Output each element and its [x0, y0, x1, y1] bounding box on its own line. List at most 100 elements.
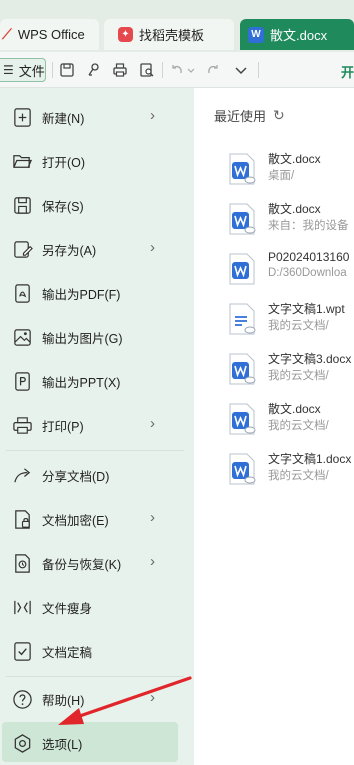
recent-file-path: 来自：我的设备 — [268, 220, 349, 232]
menu-item-label: 选项(L) — [42, 738, 83, 752]
menu-item-encrypt[interactable]: 文档加密(E) › — [0, 498, 186, 538]
menu-item-export-pdf[interactable]: 输出为PDF(F) — [0, 272, 186, 312]
menu-divider — [6, 676, 184, 677]
recent-file-path: 我的云文档/ — [268, 470, 329, 482]
menu-item-label: 打开(O) — [42, 156, 86, 170]
menu-item-label: 备份与恢复(K) — [42, 558, 122, 572]
toolbar-divider — [258, 62, 259, 78]
menu-item-slim[interactable]: 文件瘦身 — [0, 586, 186, 626]
recent-file-name: 散文.docx — [268, 202, 321, 216]
menu-item-new[interactable]: 新建(N) › — [0, 96, 186, 136]
toolbar-divider — [52, 62, 53, 78]
menu-item-label: 打印(P) — [42, 420, 84, 434]
file-menu-button[interactable]: ☰ 文件 — [0, 58, 46, 82]
tab-label: 散文.docx — [270, 28, 328, 43]
menu-item-label: 另存为(A) — [42, 244, 97, 258]
menu-item-share[interactable]: 分享文档(D) — [0, 454, 186, 494]
recent-file-item[interactable]: 散文.docx 桌面/ — [226, 150, 354, 194]
chevron-right-icon: › — [150, 107, 155, 124]
recent-file-path: 桌面/ — [268, 170, 295, 182]
docx-icon — [229, 253, 255, 285]
wpt-template-cloud-icon — [229, 303, 256, 335]
export-ppt-icon — [11, 370, 33, 392]
menu-item-finalize[interactable]: 文档定稿 — [0, 630, 186, 670]
menu-item-label: 输出为PDF(F) — [42, 288, 121, 302]
chevron-right-icon: › — [150, 239, 155, 256]
finalize-icon — [11, 640, 33, 662]
recent-file-item[interactable]: 散文.docx 我的云文档/ — [226, 400, 354, 444]
menu-item-save-as[interactable]: 另存为(A) › — [0, 228, 186, 268]
tab-docer-templates[interactable]: ✦ 找稻壳模板 — [104, 19, 234, 50]
recent-title: 最近使用 — [214, 109, 267, 124]
recent-file-name: 散文.docx — [268, 152, 321, 166]
recent-file-name: 文字文稿1.wpt — [268, 302, 345, 316]
menu-item-export-ppt[interactable]: 输出为PPT(X) — [0, 360, 186, 400]
menu-item-options[interactable]: 选项(L) — [2, 722, 178, 762]
docer-logo-icon: ✦ — [118, 27, 133, 42]
recent-file-path: 我的云文档/ — [268, 370, 329, 382]
recent-file-item[interactable]: 文字文稿1.wpt 我的云文档/ — [226, 300, 354, 344]
docx-cloud-icon — [229, 153, 256, 185]
save-icon[interactable] — [58, 61, 76, 79]
encrypt-icon — [11, 508, 33, 530]
menu-item-label: 文档定稿 — [42, 646, 93, 660]
print-icon — [11, 414, 33, 436]
recent-file-item[interactable]: P02024013160 D:/360Downloa — [226, 250, 354, 294]
tab-wps-office[interactable]: ⟋ WPS Office — [0, 19, 99, 50]
menu-item-label: 新建(N) — [42, 112, 85, 126]
save-icon — [11, 194, 33, 216]
recent-file-item[interactable]: 散文.docx 来自：我的设备 — [226, 200, 354, 244]
menu-item-print[interactable]: 打印(P) › — [0, 404, 186, 444]
title-tab-bar: ⟋ WPS Office ✦ 找稻壳模板 W 散文.docx — [0, 0, 354, 52]
docx-cloud-icon — [229, 453, 256, 485]
help-icon — [11, 688, 33, 710]
save-as-icon — [11, 238, 33, 260]
menu-item-label: 文档加密(E) — [42, 514, 109, 528]
chevron-right-icon: › — [150, 415, 155, 432]
undo-icon[interactable] — [168, 61, 186, 79]
undo-dropdown-icon[interactable] — [186, 61, 196, 79]
wps-logo-icon: ⟋ — [2, 26, 12, 42]
recent-file-item[interactable]: 文字文稿3.docx 我的云文档/ — [226, 350, 354, 394]
export-pdf-icon — [11, 282, 33, 304]
menu-item-label: 输出为PPT(X) — [42, 376, 121, 390]
recent-file-name: 文字文稿3.docx — [268, 352, 352, 366]
recent-file-item[interactable]: 文字文稿1.docx 我的云文档/ — [226, 450, 354, 494]
print-preview-icon[interactable] — [138, 61, 156, 79]
menu-item-label: 保存(S) — [42, 200, 84, 214]
chevron-right-icon: › — [150, 689, 155, 706]
quick-toolbar: ☰ 文件 开 — [0, 52, 354, 88]
toolbar-divider — [162, 62, 163, 78]
new-file-icon — [11, 106, 33, 128]
menu-item-export-image[interactable]: 输出为图片(G) — [0, 316, 186, 356]
menu-item-backup[interactable]: 备份与恢复(K) › — [0, 542, 186, 582]
menu-item-open[interactable]: 打开(O) — [0, 140, 186, 180]
docx-cloud-icon — [229, 353, 256, 385]
tab-label: 找稻壳模板 — [139, 28, 205, 43]
backup-icon — [11, 552, 33, 574]
recent-file-path: 我的云文档/ — [268, 420, 329, 432]
ribbon-tab-start[interactable]: 开 — [341, 62, 354, 81]
menu-item-label: 帮助(H) — [42, 694, 85, 708]
recent-file-name: P02024013160 — [268, 250, 350, 264]
options-gear-icon — [11, 732, 33, 754]
export-image-icon — [11, 326, 33, 348]
recent-file-name: 文字文稿1.docx — [268, 452, 352, 466]
menu-divider — [6, 450, 184, 451]
print-icon[interactable] — [111, 61, 129, 79]
menu-item-label: 分享文档(D) — [42, 470, 110, 484]
slim-icon — [11, 596, 33, 618]
chevron-right-icon: › — [150, 509, 155, 526]
tab-current-document[interactable]: W 散文.docx — [240, 19, 354, 50]
refresh-icon[interactable]: ↻ — [273, 107, 285, 124]
more-chevron-down-icon[interactable] — [232, 61, 250, 79]
menu-item-label: 文件瘦身 — [42, 602, 93, 616]
file-menu-panel: 新建(N) › 打开(O) 保存(S) 另存为(A) › 输出为PDF(F) 输… — [0, 88, 194, 765]
menu-item-save[interactable]: 保存(S) — [0, 184, 186, 224]
redo-icon[interactable] — [204, 61, 222, 79]
chevron-right-icon: › — [150, 553, 155, 570]
share-link-icon[interactable] — [84, 61, 102, 79]
word-doc-icon: W — [248, 26, 264, 43]
menu-item-help[interactable]: 帮助(H) › — [0, 678, 186, 718]
file-menu-label: 文件 — [18, 63, 45, 79]
